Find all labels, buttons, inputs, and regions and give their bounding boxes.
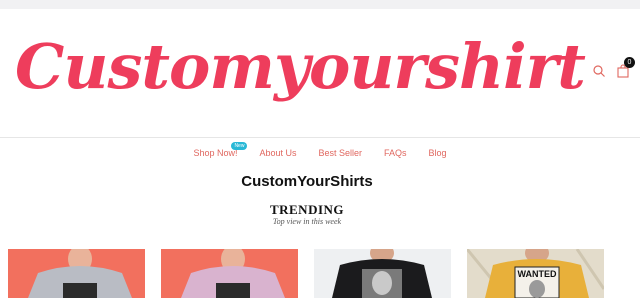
product-print-text: WANTED — [518, 269, 557, 279]
product-image — [8, 249, 145, 298]
product-card[interactable] — [314, 249, 451, 298]
nav-item-shop-now[interactable]: Shop Now! New — [193, 142, 248, 158]
product-card[interactable] — [8, 249, 145, 298]
product-card[interactable]: WANTED — [467, 249, 604, 298]
nav-item-faqs[interactable]: FAQs — [384, 148, 407, 158]
site-title: CustomYourShirts — [241, 173, 373, 190]
nav-item-best-seller[interactable]: Best Seller — [319, 148, 363, 158]
product-grid: WANTED — [8, 249, 604, 298]
section-title: TRENDING — [269, 202, 345, 217]
site-logo[interactable]: Customyourshirt — [0, 22, 600, 112]
header-divider — [0, 137, 640, 138]
nav-item-about-us[interactable]: About Us — [259, 148, 296, 158]
nav-item-blog[interactable]: Blog — [429, 148, 447, 158]
product-image: WANTED — [467, 249, 604, 298]
top-bar — [0, 0, 640, 9]
header-actions: 0 — [592, 57, 635, 78]
nav-item-label: Shop Now! — [193, 148, 238, 158]
main-nav: Shop Now! New About Us Best Seller FAQs … — [0, 142, 640, 158]
product-image — [314, 249, 451, 298]
product-image — [161, 249, 298, 298]
cart-count-badge: 0 — [624, 57, 635, 68]
cart-button[interactable]: 0 — [616, 57, 635, 78]
search-icon[interactable] — [592, 64, 606, 78]
new-badge: New — [231, 142, 248, 150]
product-card[interactable] — [161, 249, 298, 298]
section-subtitle: Top view in this week — [272, 217, 342, 226]
